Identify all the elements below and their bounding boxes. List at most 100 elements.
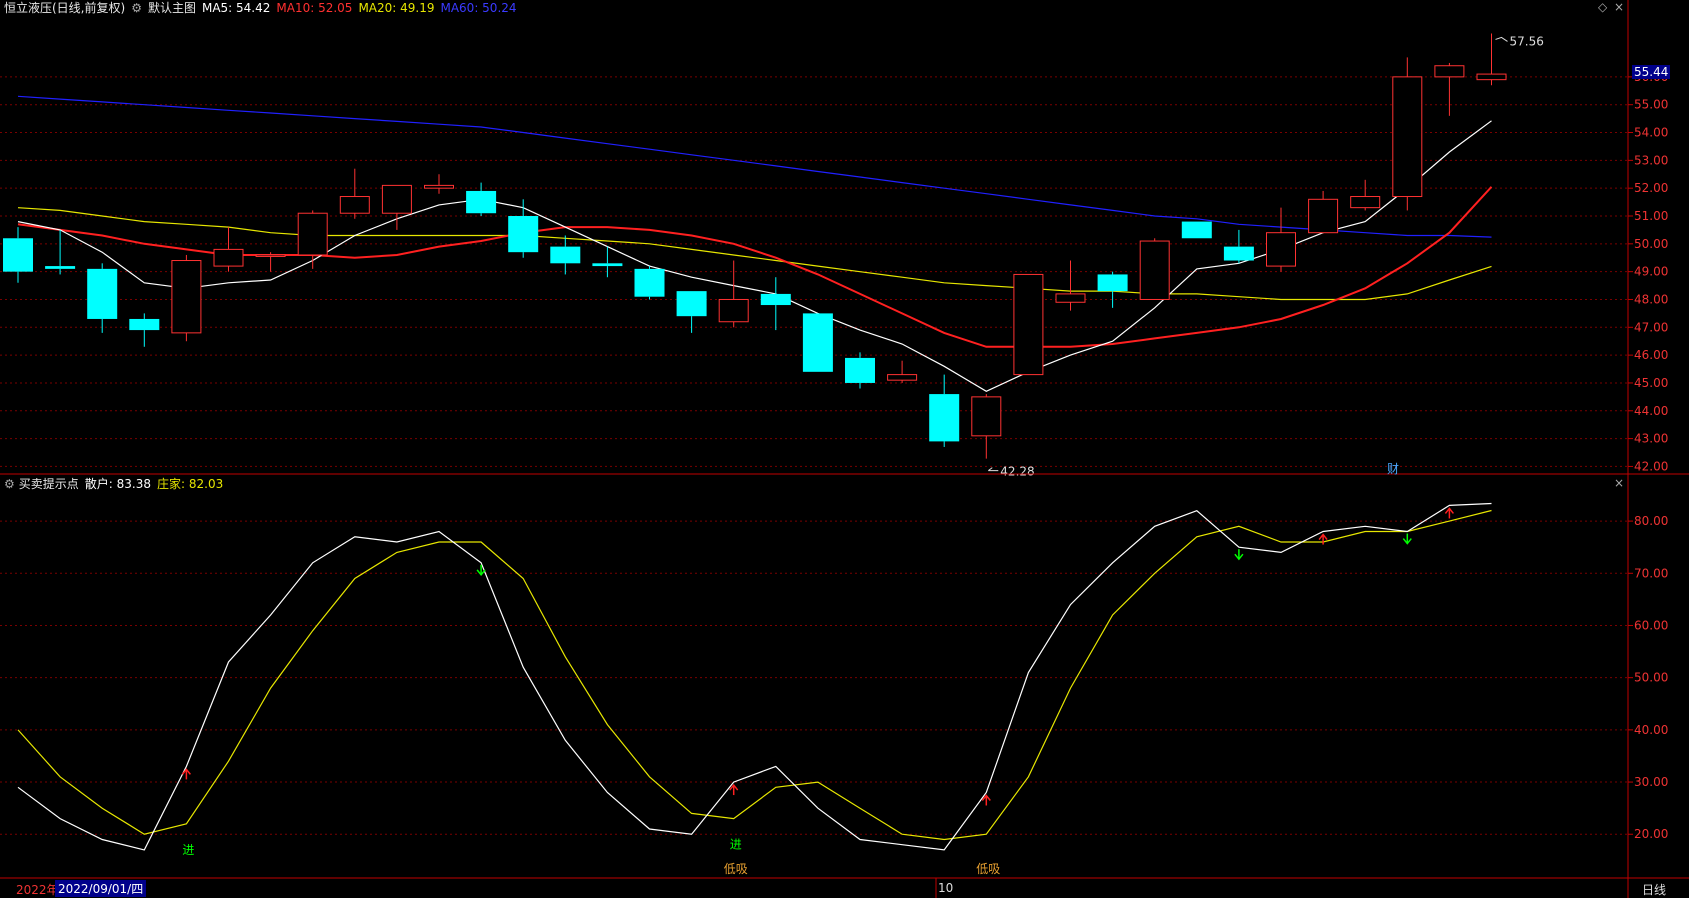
settings-icon[interactable]: ⚙: [131, 1, 142, 15]
candle: [466, 182, 497, 216]
candle: [971, 394, 1002, 459]
ma60-value: MA60: 50.24: [440, 1, 517, 15]
candle-body: [760, 293, 791, 306]
y-tick-label: 20.00: [1634, 827, 1668, 841]
stock-title[interactable]: 恒立液压(日线,前复权): [4, 1, 125, 15]
finance-badge[interactable]: 财: [1387, 460, 1399, 477]
candle-body: [1097, 274, 1128, 292]
candle-body: [550, 246, 581, 264]
candle: [1392, 57, 1423, 211]
candle-body: [424, 184, 454, 189]
y-tick-label: 49.00: [1634, 265, 1668, 279]
candle: [718, 260, 749, 328]
y-tick-label: 30.00: [1634, 775, 1668, 789]
indicator-lines: [17, 502, 1492, 851]
indicator-header: ⚙ 买卖提示点 散户: 83.38 庄家: 82.03: [4, 476, 229, 492]
entry-label: 进: [730, 838, 742, 852]
high-pointer: [1495, 36, 1508, 42]
candle-body: [1434, 65, 1465, 78]
candle: [550, 235, 581, 275]
candle-body: [971, 396, 1002, 437]
y-tick-label: 51.00: [1634, 209, 1668, 223]
candle: [213, 227, 244, 272]
candle: [1266, 207, 1296, 272]
candle-body: [718, 298, 749, 323]
candle-body: [339, 196, 370, 214]
y-tick-label: 55.00: [1634, 98, 1668, 112]
candle-body: [1139, 240, 1170, 300]
candle: [129, 313, 160, 347]
candle-body: [466, 190, 497, 214]
candle: [1181, 221, 1212, 239]
settings-icon[interactable]: ⚙: [4, 477, 15, 491]
y-tick-label: 46.00: [1634, 348, 1668, 362]
candle: [1308, 190, 1339, 234]
retail-line: [17, 502, 1492, 851]
y-tick-label: 43.00: [1634, 432, 1668, 446]
candle: [1476, 33, 1507, 86]
grid-lines: [0, 76, 1628, 835]
candle-body: [45, 266, 76, 269]
candle: [634, 266, 665, 300]
candle: [87, 263, 118, 333]
candle: [1055, 260, 1086, 311]
y-tick-label: 53.00: [1634, 153, 1668, 167]
candle-body: [3, 238, 33, 272]
candle: [887, 360, 918, 383]
candle-body: [1181, 221, 1212, 239]
low-pointer: [988, 467, 999, 472]
candle-body: [1308, 198, 1339, 234]
candle-body: [1223, 246, 1254, 261]
y-tick-label: 44.00: [1634, 404, 1668, 418]
candle: [1097, 271, 1128, 308]
candle: [1139, 238, 1170, 300]
current-price-tag: 55.44: [1632, 65, 1671, 79]
y-tick-label: 60.00: [1634, 618, 1668, 632]
candle: [760, 277, 791, 331]
close-icon[interactable]: ×: [1614, 476, 1624, 490]
candle: [255, 252, 286, 272]
candle: [297, 210, 328, 269]
entry-label: 进: [182, 843, 194, 857]
ma10-value: MA10: 52.05: [276, 1, 353, 15]
candle: [802, 313, 833, 372]
period-button[interactable]: 日线: [1642, 881, 1666, 898]
candle-body: [129, 318, 160, 331]
candle-body: [381, 184, 412, 214]
candle-body: [1476, 73, 1507, 81]
candle-body: [508, 216, 539, 253]
candle-body: [802, 313, 833, 372]
signal-markers: 进 进低吸 低吸: [181, 507, 1454, 876]
candle-body: [887, 374, 918, 381]
candle: [1434, 62, 1465, 116]
close-icon[interactable]: ×: [1614, 0, 1624, 14]
main-header: 恒立液压(日线,前复权) ⚙ 默认主图 MA5: 54.42 MA10: 52.05 MA…: [4, 0, 523, 16]
low-label: 42.28: [1000, 465, 1034, 479]
y-tick-label: 80.00: [1634, 514, 1668, 528]
axes: 42.00 43.00 44.00 45.00 46.00 47.00 48.00 49.00…: [0, 0, 1689, 898]
kline-chart[interactable]: 57.56 42.28 进 进低吸 低吸 42.00 43.00 44.00 45.00 46…: [0, 0, 1689, 898]
ma10-line: [17, 186, 1493, 348]
candle-body: [634, 268, 665, 297]
candle-body: [676, 291, 707, 317]
main-chart-label[interactable]: 默认主图: [148, 1, 196, 15]
candle: [339, 168, 370, 219]
candle-body: [1266, 232, 1296, 267]
candle: [929, 374, 960, 447]
indicator-name[interactable]: 买卖提示点: [19, 477, 79, 491]
candle-body: [1055, 293, 1086, 303]
y-tick-label: 40.00: [1634, 723, 1668, 737]
diamond-icon[interactable]: ◇: [1598, 0, 1607, 14]
candle: [676, 291, 707, 333]
y-tick-label: 48.00: [1634, 292, 1668, 306]
y-tick-label: 50.00: [1634, 237, 1668, 251]
dip-buy-label: 低吸: [976, 862, 1000, 876]
candle: [1223, 229, 1254, 264]
y-tick-label: 54.00: [1634, 126, 1668, 140]
dealer-line: [17, 509, 1492, 841]
month-label: 10: [938, 881, 954, 895]
candle: [3, 227, 33, 283]
y-tick-label: 47.00: [1634, 320, 1668, 334]
y-tick-label: 70.00: [1634, 566, 1668, 580]
year-label: 2022年: [16, 883, 59, 897]
